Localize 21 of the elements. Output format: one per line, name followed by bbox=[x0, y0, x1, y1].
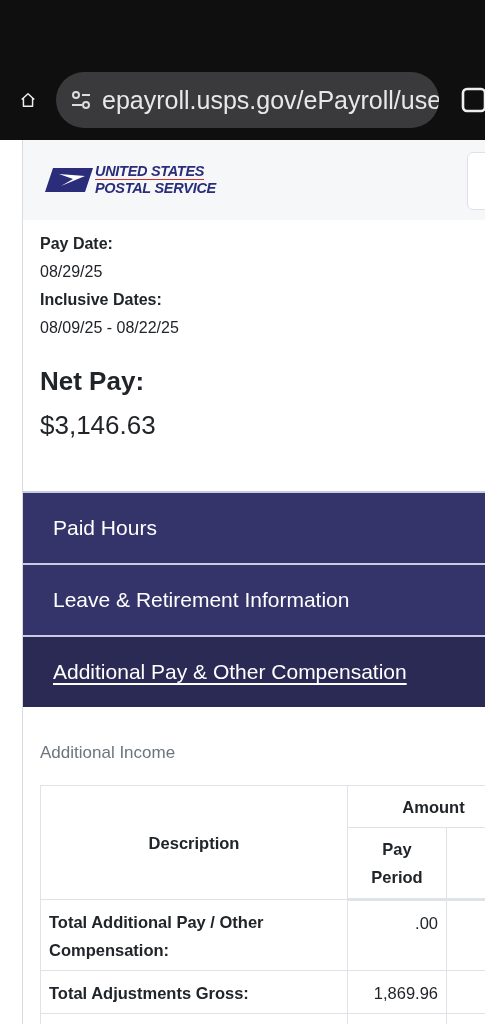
column-header: Amount bbox=[347, 785, 485, 828]
table-cell: Total Additional Pay / Other Compensation: bbox=[40, 899, 348, 971]
column-header: Pay Period bbox=[347, 827, 447, 900]
table-cell: Total Adjustments Gross: bbox=[40, 970, 348, 1014]
net-pay-amount: $3,146.63 bbox=[40, 409, 156, 442]
section-tab[interactable]: Leave & Retirement Information bbox=[23, 563, 485, 635]
site-settings-icon[interactable] bbox=[70, 89, 92, 111]
eagle-logo-icon bbox=[45, 166, 93, 194]
field-value: 08/29/25 bbox=[40, 262, 103, 282]
column-header: Description bbox=[40, 785, 348, 900]
usps-logo-text: UNITED STATES POSTAL SERVICE bbox=[95, 164, 216, 196]
net-pay-label: Net Pay: bbox=[40, 365, 145, 398]
field-label: Pay Date: bbox=[40, 234, 113, 254]
section-tab[interactable]: Additional Pay & Other Compensation bbox=[23, 635, 485, 707]
section-tab[interactable]: Paid Hours bbox=[23, 491, 485, 563]
field-value: 08/09/25 - 08/22/25 bbox=[40, 318, 179, 338]
table-cell: .00 bbox=[347, 899, 447, 971]
section-heading: Additional Income bbox=[40, 743, 177, 763]
tabs-icon[interactable] bbox=[461, 87, 485, 113]
table-cell: 1,869.96 bbox=[347, 970, 447, 1014]
field-label: Inclusive Dates: bbox=[40, 290, 162, 310]
